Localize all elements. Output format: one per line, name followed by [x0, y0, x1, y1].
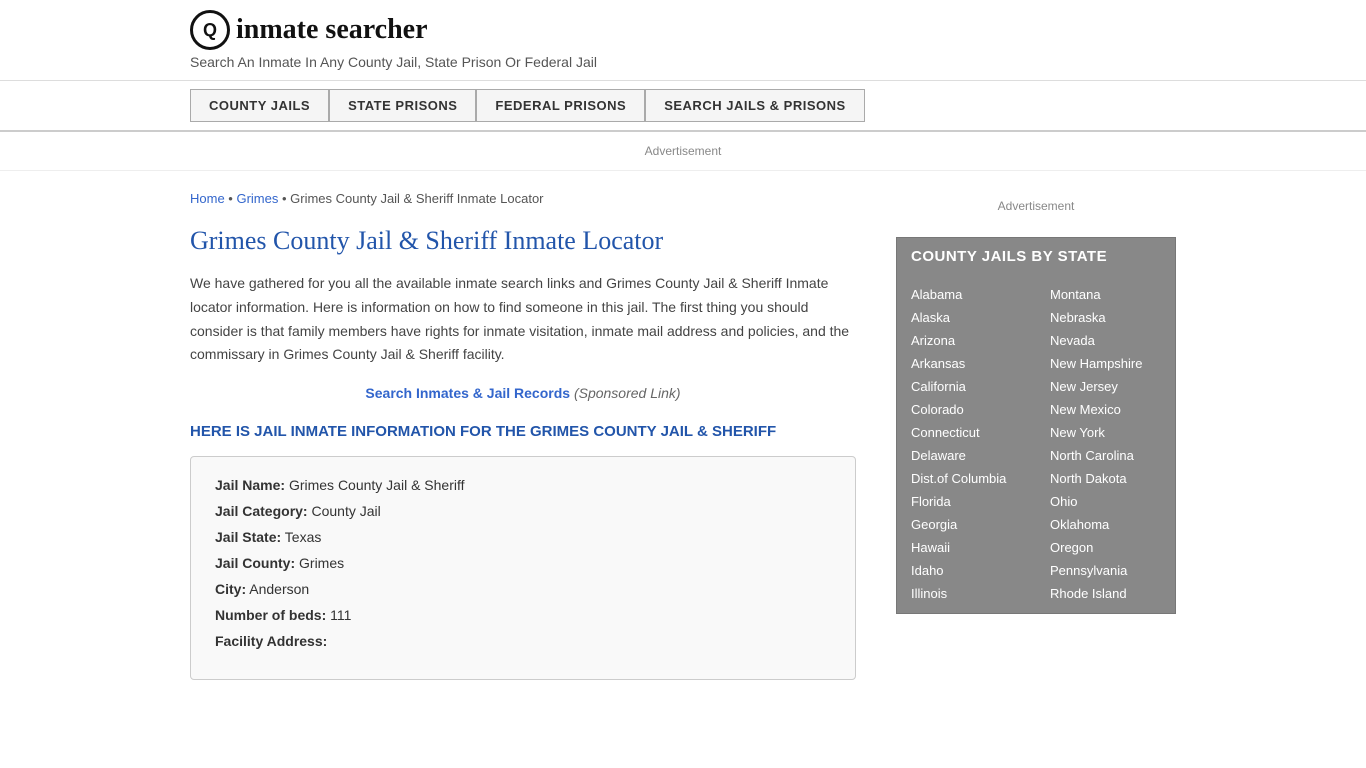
jail-category-label: Jail Category:: [215, 503, 308, 519]
federal-prisons-nav[interactable]: FEDERAL PRISONS: [476, 89, 645, 122]
state-link-arizona[interactable]: Arizona: [897, 329, 1036, 352]
state-link-california[interactable]: California: [897, 375, 1036, 398]
description: We have gathered for you all the availab…: [190, 272, 856, 367]
state-link-dist.of-columbia[interactable]: Dist.of Columbia: [897, 467, 1036, 490]
main-layout: Home • Grimes • Grimes County Jail & She…: [0, 171, 1366, 700]
jail-county-value-text: Grimes: [299, 555, 344, 571]
search-jails-nav[interactable]: SEARCH JAILS & PRISONS: [645, 89, 864, 122]
states-right-col: MontanaNebraskaNevadaNew HampshireNew Je…: [1036, 283, 1175, 605]
jail-name-value-text: Grimes County Jail & Sheriff: [289, 477, 465, 493]
state-link-new-york[interactable]: New York: [1036, 421, 1175, 444]
tagline: Search An Inmate In Any County Jail, Sta…: [190, 54, 1176, 70]
logo-area: Q inmate searcher: [190, 10, 1176, 50]
state-link-new-jersey[interactable]: New Jersey: [1036, 375, 1175, 398]
jail-name-label: Jail Name:: [215, 477, 285, 493]
jail-beds-row: Number of beds: 111: [215, 607, 831, 623]
state-link-arkansas[interactable]: Arkansas: [897, 352, 1036, 375]
state-link-idaho[interactable]: Idaho: [897, 559, 1036, 582]
logo-text: inmate searcher: [236, 14, 428, 46]
ad-sidebar: Advertisement: [896, 191, 1176, 221]
search-link-area: Search Inmates & Jail Records (Sponsored…: [190, 385, 856, 401]
state-link-connecticut[interactable]: Connecticut: [897, 421, 1036, 444]
breadcrumb-grimes[interactable]: Grimes: [236, 191, 278, 206]
state-link-nebraska[interactable]: Nebraska: [1036, 306, 1175, 329]
state-link-new-mexico[interactable]: New Mexico: [1036, 398, 1175, 421]
states-left-col: AlabamaAlaskaArizonaArkansasCaliforniaCo…: [897, 283, 1036, 605]
sponsored-label: (Sponsored Link): [574, 385, 681, 401]
jail-county-row: Jail County: Grimes: [215, 555, 831, 571]
state-link-hawaii[interactable]: Hawaii: [897, 536, 1036, 559]
state-link-nevada[interactable]: Nevada: [1036, 329, 1175, 352]
state-link-oklahoma[interactable]: Oklahoma: [1036, 513, 1175, 536]
breadcrumb-current: Grimes County Jail & Sheriff Inmate Loca…: [290, 191, 543, 206]
info-card: Jail Name: Grimes County Jail & Sheriff …: [190, 456, 856, 680]
nav-bar: COUNTY JAILS STATE PRISONS FEDERAL PRISO…: [0, 81, 1366, 132]
state-link-colorado[interactable]: Colorado: [897, 398, 1036, 421]
state-link-new-hampshire[interactable]: New Hampshire: [1036, 352, 1175, 375]
jail-state-row: Jail State: Texas: [215, 529, 831, 545]
state-link-delaware[interactable]: Delaware: [897, 444, 1036, 467]
jail-name-row: Jail Name: Grimes County Jail & Sheriff: [215, 477, 831, 493]
jail-county-label: Jail County:: [215, 555, 295, 571]
state-prisons-nav[interactable]: STATE PRISONS: [329, 89, 476, 122]
breadcrumb: Home • Grimes • Grimes County Jail & She…: [190, 191, 856, 206]
state-link-alaska[interactable]: Alaska: [897, 306, 1036, 329]
jail-state-label: Jail State:: [215, 529, 281, 545]
state-link-montana[interactable]: Montana: [1036, 283, 1175, 306]
jail-beds-label: Number of beds:: [215, 607, 326, 623]
county-jails-nav[interactable]: COUNTY JAILS: [190, 89, 329, 122]
search-inmates-link[interactable]: Search Inmates & Jail Records: [365, 385, 570, 401]
breadcrumb-home[interactable]: Home: [190, 191, 225, 206]
logo-icon: Q: [190, 10, 230, 50]
jail-category-row: Jail Category: County Jail: [215, 503, 831, 519]
jail-beds-value-text: 111: [330, 607, 351, 623]
sidebar: Advertisement COUNTY JAILS BY STATE Alab…: [876, 171, 1176, 700]
state-link-oregon[interactable]: Oregon: [1036, 536, 1175, 559]
state-link-north-dakota[interactable]: North Dakota: [1036, 467, 1175, 490]
state-link-alabama[interactable]: Alabama: [897, 283, 1036, 306]
state-link-pennsylvania[interactable]: Pennsylvania: [1036, 559, 1175, 582]
state-box: COUNTY JAILS BY STATE AlabamaAlaskaArizo…: [896, 237, 1176, 614]
jail-city-row: City: Anderson: [215, 581, 831, 597]
jail-category-value-text: County Jail: [311, 503, 380, 519]
logo-inmate: inmate searcher: [236, 14, 428, 45]
state-box-title: COUNTY JAILS BY STATE: [897, 238, 1175, 275]
jail-address-label: Facility Address:: [215, 633, 327, 649]
content-area: Home • Grimes • Grimes County Jail & She…: [190, 171, 876, 700]
jail-address-row: Facility Address:: [215, 633, 831, 649]
state-link-rhode-island[interactable]: Rhode Island: [1036, 582, 1175, 605]
state-link-florida[interactable]: Florida: [897, 490, 1036, 513]
state-columns: AlabamaAlaskaArizonaArkansasCaliforniaCo…: [897, 275, 1175, 613]
jail-city-value-text: Anderson: [249, 581, 309, 597]
state-link-ohio[interactable]: Ohio: [1036, 490, 1175, 513]
state-link-north-carolina[interactable]: North Carolina: [1036, 444, 1175, 467]
state-link-illinois[interactable]: Illinois: [897, 582, 1036, 605]
header: Q inmate searcher Search An Inmate In An…: [0, 0, 1366, 81]
jail-city-label: City:: [215, 581, 246, 597]
state-link-georgia[interactable]: Georgia: [897, 513, 1036, 536]
page-title: Grimes County Jail & Sheriff Inmate Loca…: [190, 226, 856, 256]
jail-info-heading: HERE IS JAIL INMATE INFORMATION FOR THE …: [190, 423, 856, 440]
jail-state-value-text: Texas: [285, 529, 322, 545]
ad-top: Advertisement: [0, 132, 1366, 171]
